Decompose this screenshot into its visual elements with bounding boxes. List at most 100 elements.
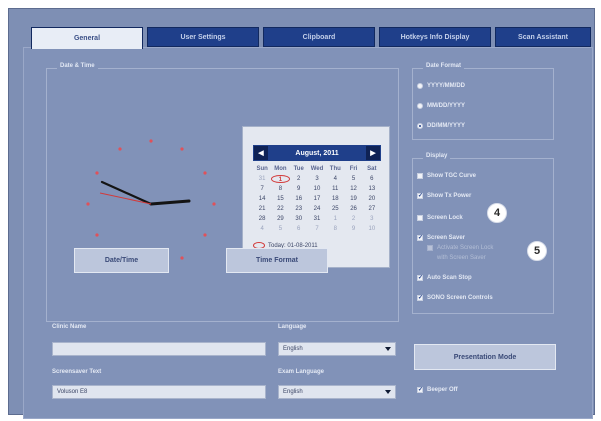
calendar-day[interactable]: 22 xyxy=(271,205,289,213)
calendar-day[interactable]: 5 xyxy=(344,175,362,183)
calendar-day[interactable]: 26 xyxy=(344,205,362,213)
calendar-day[interactable]: 3 xyxy=(363,215,381,223)
exam-language-label: Exam Language xyxy=(278,369,325,375)
calendar-day[interactable]: 30 xyxy=(290,215,308,223)
dropdown-arrow-icon xyxy=(385,390,391,394)
calendar-header: ◀ August, 2011 ▶ xyxy=(253,145,381,161)
calendar-day[interactable]: 6 xyxy=(290,225,308,233)
date-format-group-title: Date Format xyxy=(423,63,465,69)
calendar-day[interactable]: 2 xyxy=(344,215,362,223)
calendar-day[interactable]: 25 xyxy=(326,205,344,213)
calendar-day[interactable]: 23 xyxy=(290,205,308,213)
date-time-button[interactable]: Date/Time xyxy=(74,248,169,273)
screensaver-text-label: Screensaver Text xyxy=(52,369,102,375)
radio-unchecked-icon xyxy=(417,83,423,89)
presentation-mode-button[interactable]: Presentation Mode xyxy=(414,344,556,370)
checkbox-unchecked-icon xyxy=(417,173,423,179)
calendar-day-of-week: Sat xyxy=(367,166,377,172)
activate-screen-lock-sublabel: with Screen Saver xyxy=(437,255,486,261)
language-select-value: English xyxy=(283,346,303,352)
calendar-day[interactable]: 11 xyxy=(326,185,344,193)
screen-lock-option[interactable]: Screen Lock xyxy=(417,215,463,221)
next-month-icon[interactable]: ▶ xyxy=(366,146,380,160)
checkbox-checked-icon: ✓ xyxy=(417,275,424,281)
tab-hotkeys-info-display[interactable]: Hotkeys Info Display xyxy=(379,27,491,47)
beeper-off-label: Beeper Off xyxy=(427,387,458,393)
calendar-day[interactable]: 16 xyxy=(290,195,308,203)
calendar-day[interactable]: 9 xyxy=(290,185,308,193)
tab-general[interactable]: General xyxy=(31,27,143,49)
show-tx-power-option[interactable]: ✓ Show Tx Power xyxy=(417,193,471,199)
calendar-day[interactable]: 28 xyxy=(253,215,271,223)
calendar-day-of-week: Mon xyxy=(274,166,287,172)
calendar-day-of-week: Sun xyxy=(256,166,268,172)
calendar-day[interactable]: 7 xyxy=(308,225,326,233)
clinic-name-input[interactable] xyxy=(52,342,266,356)
checkbox-unchecked-icon xyxy=(417,215,423,221)
calendar-day[interactable]: 10 xyxy=(363,225,381,233)
auto-scan-stop-option[interactable]: ✓ Auto Scan Stop xyxy=(417,275,472,281)
sono-screen-controls-option[interactable]: ✓ SONO Screen Controls xyxy=(417,295,493,301)
date-format-option-label: MM/DD/YYYY xyxy=(427,103,466,109)
display-option-label: Activate Screen Lock xyxy=(437,245,494,251)
calendar-day[interactable]: 4 xyxy=(253,225,271,233)
calendar-day[interactable]: 18 xyxy=(326,195,344,203)
calendar-day[interactable]: 15 xyxy=(271,195,289,203)
calendar-day[interactable]: 2 xyxy=(290,175,308,183)
language-select[interactable]: English xyxy=(278,342,396,356)
calendar-day[interactable]: 19 xyxy=(344,195,362,203)
calendar-day[interactable]: 14 xyxy=(253,195,271,203)
calendar-day[interactable]: 3 xyxy=(308,175,326,183)
tab-user-settings[interactable]: User Settings xyxy=(147,27,259,47)
exam-language-select[interactable]: English xyxy=(278,385,396,399)
callout-4: 4 xyxy=(487,203,507,223)
activate-screen-lock-option[interactable]: Activate Screen Lock xyxy=(427,245,493,251)
time-format-button[interactable]: Time Format xyxy=(226,248,328,273)
calendar-day[interactable]: 9 xyxy=(344,225,362,233)
date-format-mmddyyyy[interactable]: MM/DD/YYYY xyxy=(417,103,465,109)
clinic-name-label: Clinic Name xyxy=(52,324,87,330)
calendar-day[interactable]: 6 xyxy=(363,175,381,183)
calendar-day[interactable]: 5 xyxy=(271,225,289,233)
show-tgc-curve-option[interactable]: Show TGC Curve xyxy=(417,173,476,179)
calendar-day[interactable]: 4 xyxy=(326,175,344,183)
date-format-yyyymmdd[interactable]: YYYY/MM/DD xyxy=(417,83,465,89)
calendar-day[interactable]: 7 xyxy=(253,185,271,193)
calendar-day[interactable]: 31 xyxy=(308,215,326,223)
calendar-day[interactable]: 8 xyxy=(326,225,344,233)
settings-window: General User Settings Clipboard Hotkeys … xyxy=(8,8,595,419)
calendar-day[interactable]: 27 xyxy=(363,205,381,213)
calendar-day[interactable]: 17 xyxy=(308,195,326,203)
calendar-day[interactable]: 10 xyxy=(308,185,326,193)
display-option-label: Show Tx Power xyxy=(427,193,472,199)
display-option-label: Show TGC Curve xyxy=(427,173,477,179)
general-pane: Date & Time ◀ August, 2011 ▶ Sun Mon Tue… xyxy=(23,47,593,419)
calendar-day[interactable]: 8 xyxy=(271,185,289,193)
tab-scan-assistant[interactable]: Scan Assistant xyxy=(495,27,591,47)
calendar-day[interactable]: 29 xyxy=(271,215,289,223)
calendar-day[interactable]: 31 xyxy=(253,175,271,183)
calendar-grid: Sun Mon Tue Wed Thu Fri Sat 31 1 2 3 4 5 6 7 8 9 10 11 12 13… xyxy=(253,165,381,233)
calendar-day-of-week: Fri xyxy=(349,166,358,172)
calendar-day[interactable]: 1 xyxy=(326,215,344,223)
prev-month-icon[interactable]: ◀ xyxy=(254,146,268,160)
exam-language-select-value: English xyxy=(283,389,303,395)
screen-saver-option[interactable]: ✓ Screen Saver xyxy=(417,235,465,241)
calendar-day[interactable]: 21 xyxy=(253,205,271,213)
checkbox-unchecked-icon xyxy=(427,245,433,251)
screensaver-text-input[interactable]: Voluson E8 xyxy=(52,385,266,399)
calendar-day[interactable]: 12 xyxy=(344,185,362,193)
calendar: ◀ August, 2011 ▶ Sun Mon Tue Wed Thu Fri Sat 31… xyxy=(242,126,390,268)
calendar-month-label: August, 2011 xyxy=(295,149,339,157)
calendar-day[interactable]: 13 xyxy=(363,185,381,193)
calendar-day[interactable]: 24 xyxy=(308,205,326,213)
calendar-day[interactable]: 20 xyxy=(363,195,381,203)
display-option-label: Screen Lock xyxy=(427,215,463,221)
date-format-ddmmyyyy[interactable]: DD/MM/YYYY xyxy=(417,123,465,129)
tab-bar: General User Settings Clipboard Hotkeys … xyxy=(23,27,593,49)
beeper-off-option[interactable]: ✓ Beeper Off xyxy=(417,387,458,393)
calendar-day[interactable]: 1 xyxy=(271,175,290,183)
display-option-label: SONO Screen Controls xyxy=(427,295,493,301)
language-label: Language xyxy=(278,324,307,330)
tab-clipboard[interactable]: Clipboard xyxy=(263,27,375,47)
